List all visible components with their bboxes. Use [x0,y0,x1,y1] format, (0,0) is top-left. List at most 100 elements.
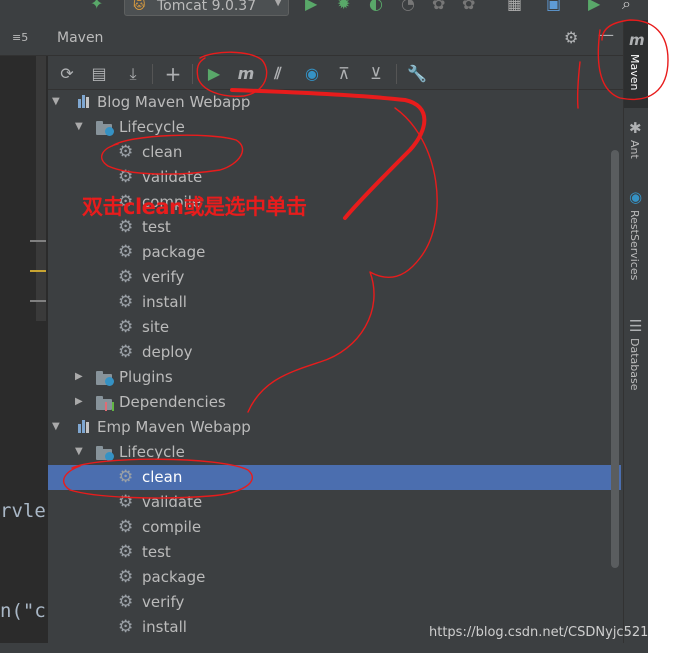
generate-sources-icon[interactable]: ▤ [88,63,110,85]
tree-row-goal[interactable]: ⚙ site [48,315,621,340]
editor-tab-strip: ≡5 [0,20,48,56]
tree-row-goal-selected[interactable]: ⚙ clean [48,465,621,490]
show-dependencies-icon[interactable]: ⊼ [333,63,355,85]
toggle-offline-icon[interactable]: ⫽ [267,63,289,85]
gear-icon: ⚙ [118,142,134,162]
gear-icon: ⚙ [118,292,134,312]
editor-tabs-menu[interactable]: ≡5 [12,31,28,44]
tool-tab-database[interactable]: Database [628,338,641,391]
goal-label: deploy [142,343,193,361]
project-name: Blog Maven Webapp [97,93,251,111]
tree-row-goal[interactable]: ⚙ verify [48,590,621,615]
search-icon[interactable]: ⌕ [622,0,631,14]
tree-row-lifecycle[interactable]: ▼ Lifecycle [48,440,621,465]
collapsed-arrow-icon[interactable]: ▶ [75,396,85,408]
gear-icon: ⚙ [118,517,134,537]
tool-tab-ant[interactable]: Ant [628,140,641,159]
code-text: n("c [0,600,46,622]
goal-label: clean [142,143,183,161]
maven-panel-header: Maven ⚙ — [48,20,623,56]
vcs-update-icon[interactable]: ✿ [462,0,475,13]
collapsed-arrow-icon[interactable]: ▶ [75,371,85,383]
tool-tab-maven[interactable]: Maven [628,54,641,90]
tree-row-goal[interactable]: ⚙ deploy [48,340,621,365]
settings-icon[interactable]: 🔧 [406,63,428,85]
plugins-label: Plugins [119,368,173,386]
tree-row-goal[interactable]: ⚙ validate [48,165,621,190]
dependencies-label: Dependencies [119,393,226,411]
toolbar-separator [192,64,193,84]
skip-tests-icon[interactable]: ◉ [301,63,323,85]
add-icon[interactable]: + [162,63,184,85]
tool-tab-restservices[interactable]: RestServices [628,210,641,280]
goal-label: clean [142,468,183,486]
tree-row-goal[interactable]: ⚙ test [48,540,621,565]
maven-icon[interactable]: m [629,31,645,49]
tomcat-icon: 🐱 [133,0,146,12]
project-structure-icon[interactable]: ▦ [507,0,522,13]
expanded-arrow-icon[interactable]: ▼ [52,421,62,433]
ide-top-toolbar: ✦ 🐱 Tomcat 9.0.37 ▼ ▶ ✹ ◐ ◔ ✿ ✿ ▦ ▣ ▶ ⌕ [0,0,648,20]
collapse-all-icon[interactable]: ⊻ [365,63,387,85]
gear-icon: ⚙ [118,317,134,337]
tree-row-lifecycle[interactable]: ▼ Lifecycle [48,115,621,140]
run-icon[interactable]: ▶ [305,0,317,13]
run-icon[interactable]: ▶ [203,63,225,85]
expanded-arrow-icon[interactable]: ▼ [75,121,85,133]
tree-row-goal[interactable]: ⚙ compile [48,515,621,540]
run-anything-icon[interactable]: ▶ [588,0,600,13]
goal-label: install [142,293,187,311]
tree-row-dependencies[interactable]: ▶ Dependencies [48,390,621,415]
tree-row-project[interactable]: ▼ Blog Maven Webapp [48,90,621,115]
goal-label: install [142,618,187,636]
watermark-text: https://blog.csdn.net/CSDNyjc521 [429,625,649,640]
goal-label: compile [142,518,202,536]
minimize-icon[interactable]: — [598,25,614,44]
lifecycle-label: Lifecycle [119,443,185,461]
gear-icon: ⚙ [118,467,134,487]
coverage-icon[interactable]: ◐ [369,0,383,13]
lifecycle-folder-icon [96,121,114,136]
gutter-marker [30,240,46,242]
tree-row-goal[interactable]: ⚙ install [48,290,621,315]
translate-icon[interactable]: ▣ [546,0,561,13]
toolbar-separator [152,64,153,84]
tree-scrollbar-thumb[interactable] [611,150,619,568]
tree-row-plugins[interactable]: ▶ Plugins [48,365,621,390]
download-icon[interactable]: ⤓ [122,63,144,85]
tree-row-goal[interactable]: ⚙ clean [48,140,621,165]
build-hammer-icon[interactable]: ✦ [90,0,103,13]
toolbar-separator [396,64,397,84]
execute-goal-icon[interactable]: m [235,63,257,85]
maven-tool-window: Maven ⚙ — ⟳ ▤ ⤓ + ▶ m ⫽ ◉ ⊼ ⊻ 🔧 ▼ Blog M… [48,20,623,653]
goal-label: validate [142,168,203,186]
tree-row-goal[interactable]: ⚙ package [48,240,621,265]
goal-label: package [142,243,206,261]
rest-services-icon[interactable]: ◉ [629,188,642,206]
gear-icon: ⚙ [118,267,134,287]
tree-row-goal[interactable]: ⚙ validate [48,490,621,515]
profile-icon[interactable]: ◔ [401,0,415,13]
reload-icon[interactable]: ⟳ [56,63,78,85]
goal-label: package [142,568,206,586]
code-text: rvle [0,500,46,522]
gear-icon[interactable]: ⚙ [564,28,578,47]
status-bar-edge [0,643,648,653]
gear-icon: ⚙ [118,342,134,362]
run-configuration-label: Tomcat 9.0.37 [157,0,257,14]
ant-icon[interactable]: ✱ [629,119,642,137]
expanded-arrow-icon[interactable]: ▼ [75,446,85,458]
tree-row-goal[interactable]: ⚙ package [48,565,621,590]
run-configuration-select[interactable]: 🐱 Tomcat 9.0.37 ▼ [124,0,289,16]
tree-row-project[interactable]: ▼ Emp Maven Webapp [48,415,621,440]
expanded-arrow-icon[interactable]: ▼ [52,96,62,108]
editor-scrollbar[interactable] [36,56,46,321]
gear-icon: ⚙ [118,567,134,587]
tree-row-goal[interactable]: ⚙ verify [48,265,621,290]
gear-icon: ⚙ [118,542,134,562]
vcs-icon[interactable]: ✿ [432,0,445,13]
debug-icon[interactable]: ✹ [337,0,350,13]
maven-project-tree[interactable]: ▼ Blog Maven Webapp ▼ Lifecycle ⚙ clean … [48,90,623,653]
gear-icon: ⚙ [118,592,134,612]
database-icon[interactable]: ☰ [629,317,642,335]
